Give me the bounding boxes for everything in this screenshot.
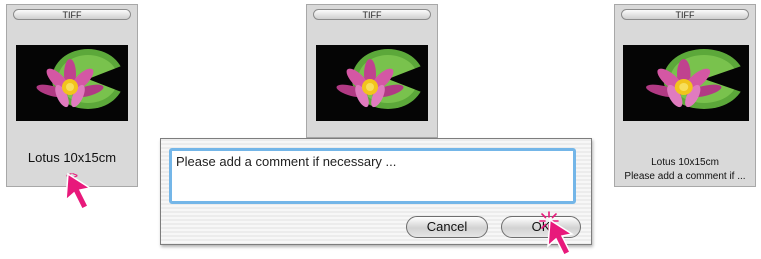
- comment-input[interactable]: Please add a comment if necessary ...: [169, 148, 576, 204]
- image-card-middle: TIFF: [306, 4, 438, 138]
- pointer-cursor-icon: [547, 218, 574, 257]
- caption-comment: Please add a comment if ...: [624, 171, 746, 182]
- file-type-tab: TIFF: [13, 9, 131, 20]
- file-type-tab: TIFF: [621, 9, 749, 20]
- comment-dialog: Please add a comment if necessary ... Ca…: [160, 138, 592, 245]
- caption-title: Lotus 10x15cm: [27, 150, 117, 165]
- lotus-photo: [623, 45, 749, 121]
- lotus-photo: [16, 45, 128, 121]
- pointer-cursor-icon: [65, 172, 92, 211]
- image-card-left: TIFF Lotus 10x15cm <>: [6, 4, 138, 187]
- image-card-right: TIFF Lotus 10x15cm Please add a comment …: [614, 4, 756, 187]
- lotus-photo: [316, 45, 428, 121]
- lotus-image: [623, 45, 749, 121]
- file-type-tab: TIFF: [313, 9, 431, 20]
- cancel-button[interactable]: Cancel: [406, 216, 488, 238]
- lotus-image: [16, 45, 128, 121]
- caption-title: Lotus 10x15cm: [651, 157, 719, 168]
- lotus-image: [316, 45, 428, 121]
